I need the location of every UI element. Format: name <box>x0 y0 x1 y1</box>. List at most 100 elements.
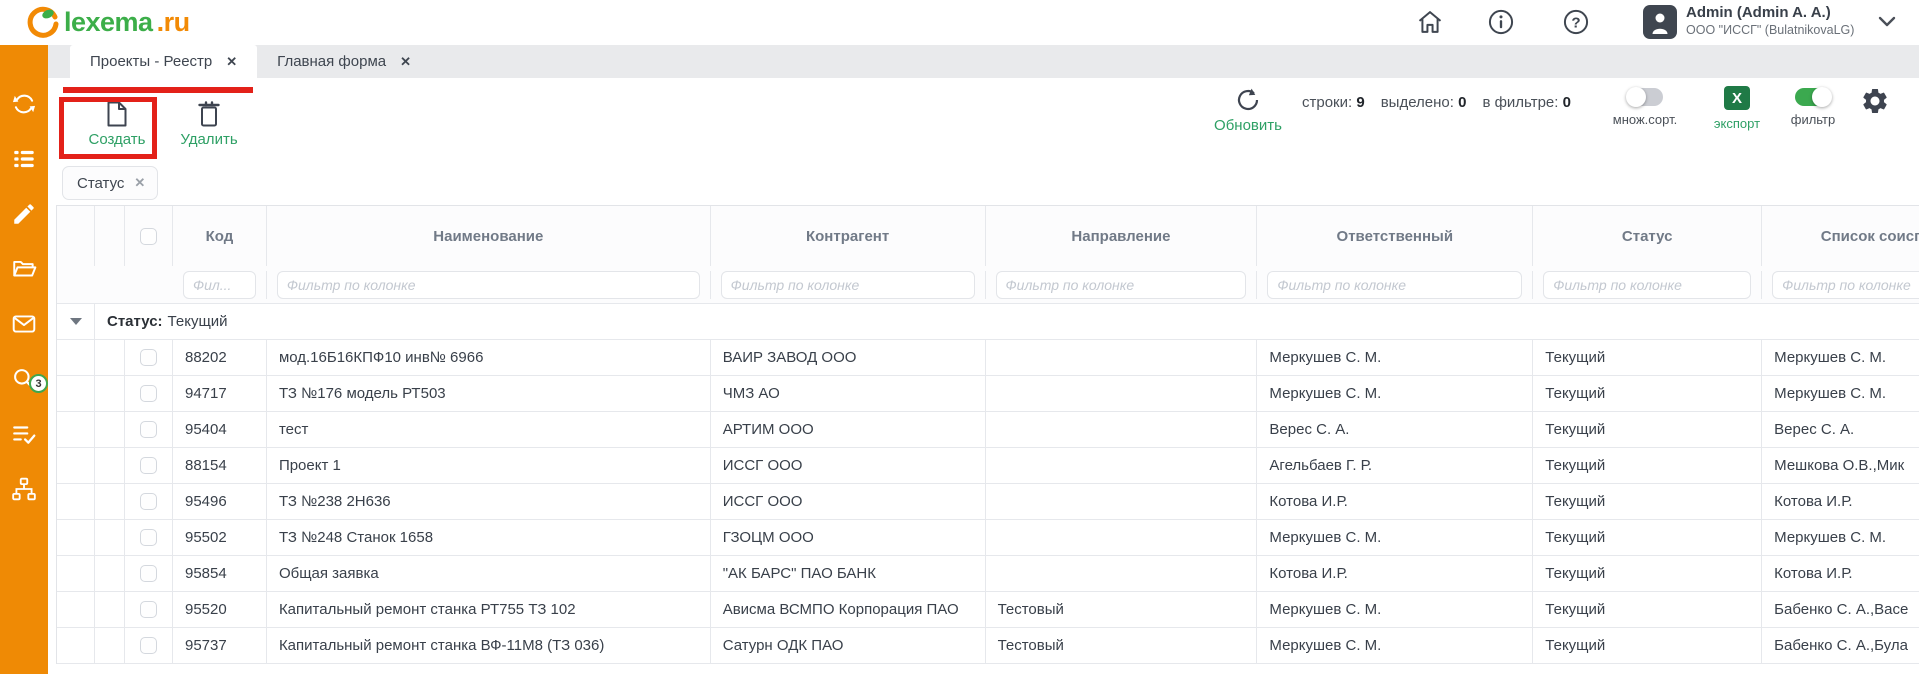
table-row[interactable]: 88202 мод.16Б16КПФ10 инв№ 6966 ВАИР ЗАВО… <box>57 340 1919 376</box>
table-row[interactable]: 94717 ТЗ №176 модель РТ503 ЧМЗ АО Меркуш… <box>57 376 1919 412</box>
column-header-code[interactable]: Код <box>173 206 267 266</box>
annotation-red-underline <box>63 87 253 93</box>
tab-projects-registry[interactable]: Проекты - Реестр ✕ <box>70 45 257 78</box>
table-row[interactable]: 88154 Проект 1 ИССГ ООО Агельбаев Г. Р. … <box>57 448 1919 484</box>
table-row[interactable]: 95502 ТЗ №248 Станок 1658 ГЗОЦМ ООО Мерк… <box>57 520 1919 556</box>
table-row[interactable]: 95737 Капитальный ремонт станка ВФ-11М8 … <box>57 628 1919 664</box>
folder-icon[interactable] <box>11 256 37 282</box>
tab-bar: Проекты - Реестр ✕ Главная форма ✕ <box>48 45 1919 78</box>
column-header-status[interactable]: Статус <box>1533 206 1762 266</box>
sitemap-icon[interactable] <box>11 476 37 502</box>
row-expander-cell <box>57 376 95 411</box>
table-row[interactable]: 95520 Капитальный ремонт станка РТ755 ТЗ… <box>57 592 1919 628</box>
cell-status: Текущий <box>1533 412 1762 447</box>
cell-code: 95496 <box>173 484 267 519</box>
group-cell <box>57 304 95 339</box>
row-checkbox[interactable] <box>140 349 157 366</box>
app-window: lexema.ru ? Admin (Admin A. A.) ООО "ИСС… <box>0 0 1919 674</box>
help-icon[interactable]: ? <box>1562 8 1590 36</box>
checklist-icon[interactable] <box>11 421 37 447</box>
row-expander-cell <box>57 556 95 591</box>
cell-coexecutors: Бабенко С. А.,Васе <box>1762 592 1919 627</box>
row-checkbox[interactable] <box>140 601 157 618</box>
multisort-toggle-group: множ.сорт. <box>1600 88 1690 127</box>
row-checkbox-cell <box>125 376 173 411</box>
row-checkbox[interactable] <box>140 529 157 546</box>
filter-input-status[interactable] <box>1543 271 1751 299</box>
toggle-knob <box>1812 87 1832 107</box>
multisort-toggle[interactable] <box>1627 88 1663 106</box>
group-chip-status[interactable]: Статус ✕ <box>62 166 158 200</box>
cell-responsible: Котова И.Р. <box>1257 556 1533 591</box>
lexema-logo[interactable]: lexema.ru <box>26 5 190 39</box>
row-spacer-cell <box>95 340 125 375</box>
column-header-coexecutors[interactable]: Список соисполнителей <box>1762 206 1919 266</box>
group-row-status-current: Статус: Текущий <box>57 304 1919 340</box>
home-icon[interactable] <box>1416 8 1444 36</box>
chevron-down-icon[interactable] <box>1878 16 1896 28</box>
select-all-checkbox[interactable] <box>140 228 157 245</box>
filter-input-code[interactable] <box>183 271 256 299</box>
cell-coexecutors: Меркушев С. М. <box>1762 520 1919 555</box>
cell-status: Текущий <box>1533 556 1762 591</box>
collapse-triangle-icon[interactable] <box>70 318 82 325</box>
cell-contractor: АРТИМ ООО <box>711 412 986 447</box>
table-row[interactable]: 95496 ТЗ №238 2Н636 ИССГ ООО Котова И.Р.… <box>57 484 1919 520</box>
row-checkbox[interactable] <box>140 421 157 438</box>
trash-icon <box>197 100 221 128</box>
filter-input-responsible[interactable] <box>1267 271 1522 299</box>
mail-icon[interactable] <box>11 311 37 337</box>
annotation-red-box <box>59 97 157 159</box>
cell-direction <box>986 448 1258 483</box>
mail-count-badge: 3 <box>29 374 48 393</box>
info-icon[interactable] <box>1487 8 1515 36</box>
filter-cell <box>986 271 1258 299</box>
sync-icon[interactable] <box>11 91 37 117</box>
column-header-name[interactable]: Наименование <box>267 206 711 266</box>
stat-selected-value: 0 <box>1458 94 1466 111</box>
row-spacer-cell <box>95 520 125 555</box>
stat-filtered-label: в фильтре: <box>1482 94 1558 111</box>
row-checkbox-cell <box>125 412 173 447</box>
filter-input-name[interactable] <box>277 271 700 299</box>
cell-contractor: ГЗОЦМ ООО <box>711 520 986 555</box>
user-avatar[interactable] <box>1643 5 1677 39</box>
registry-list-icon[interactable] <box>11 146 37 172</box>
row-checkbox[interactable] <box>140 457 157 474</box>
row-checkbox[interactable] <box>140 637 157 654</box>
table-row[interactable]: 95404 тест АРТИМ ООО Верес С. А. Текущий… <box>57 412 1919 448</box>
row-checkbox[interactable] <box>140 385 157 402</box>
stat-selected: выделено: 0 <box>1381 94 1467 111</box>
filter-toggle[interactable] <box>1795 88 1831 106</box>
user-block[interactable]: Admin (Admin A. A.) ООО "ИССГ" (Bulatnik… <box>1686 4 1854 38</box>
filter-input-coexecutors[interactable] <box>1772 271 1919 299</box>
delete-button[interactable]: Удалить <box>166 100 252 148</box>
row-spacer-cell <box>95 592 125 627</box>
cell-responsible: Меркушев С. М. <box>1257 376 1533 411</box>
refresh-button[interactable]: Обновить <box>1196 86 1300 134</box>
table-row[interactable]: 95854 Общая заявка "АК БАРС" ПАО БАНК Ко… <box>57 556 1919 592</box>
tab-label: Проекты - Реестр <box>90 53 212 70</box>
group-chip-close-icon[interactable]: ✕ <box>134 175 145 191</box>
filter-input-direction[interactable] <box>996 271 1247 299</box>
tab-main-form[interactable]: Главная форма ✕ <box>257 45 431 78</box>
column-header-responsible[interactable]: Ответственный <box>1257 206 1533 266</box>
cell-direction <box>986 412 1258 447</box>
settings-gear-icon[interactable] <box>1860 86 1890 116</box>
row-expander-cell <box>57 628 95 663</box>
cell-contractor: Сатурн ОДК ПАО <box>711 628 986 663</box>
export-group: X экспорт <box>1696 86 1778 131</box>
column-header-contractor[interactable]: Контрагент <box>711 206 986 266</box>
filter-input-contractor[interactable] <box>721 271 975 299</box>
column-header-direction[interactable]: Направление <box>986 206 1258 266</box>
row-checkbox[interactable] <box>140 493 157 510</box>
tab-close-icon[interactable]: ✕ <box>400 54 411 70</box>
cell-responsible: Котова И.Р. <box>1257 484 1533 519</box>
excel-export-icon[interactable]: X <box>1724 86 1750 110</box>
cell-name: Капитальный ремонт станка РТ755 ТЗ 102 <box>267 592 711 627</box>
tab-close-icon[interactable]: ✕ <box>226 54 237 70</box>
cell-direction <box>986 340 1258 375</box>
sidebar <box>0 45 48 674</box>
edit-pencil-icon[interactable] <box>11 201 37 227</box>
row-checkbox[interactable] <box>140 565 157 582</box>
